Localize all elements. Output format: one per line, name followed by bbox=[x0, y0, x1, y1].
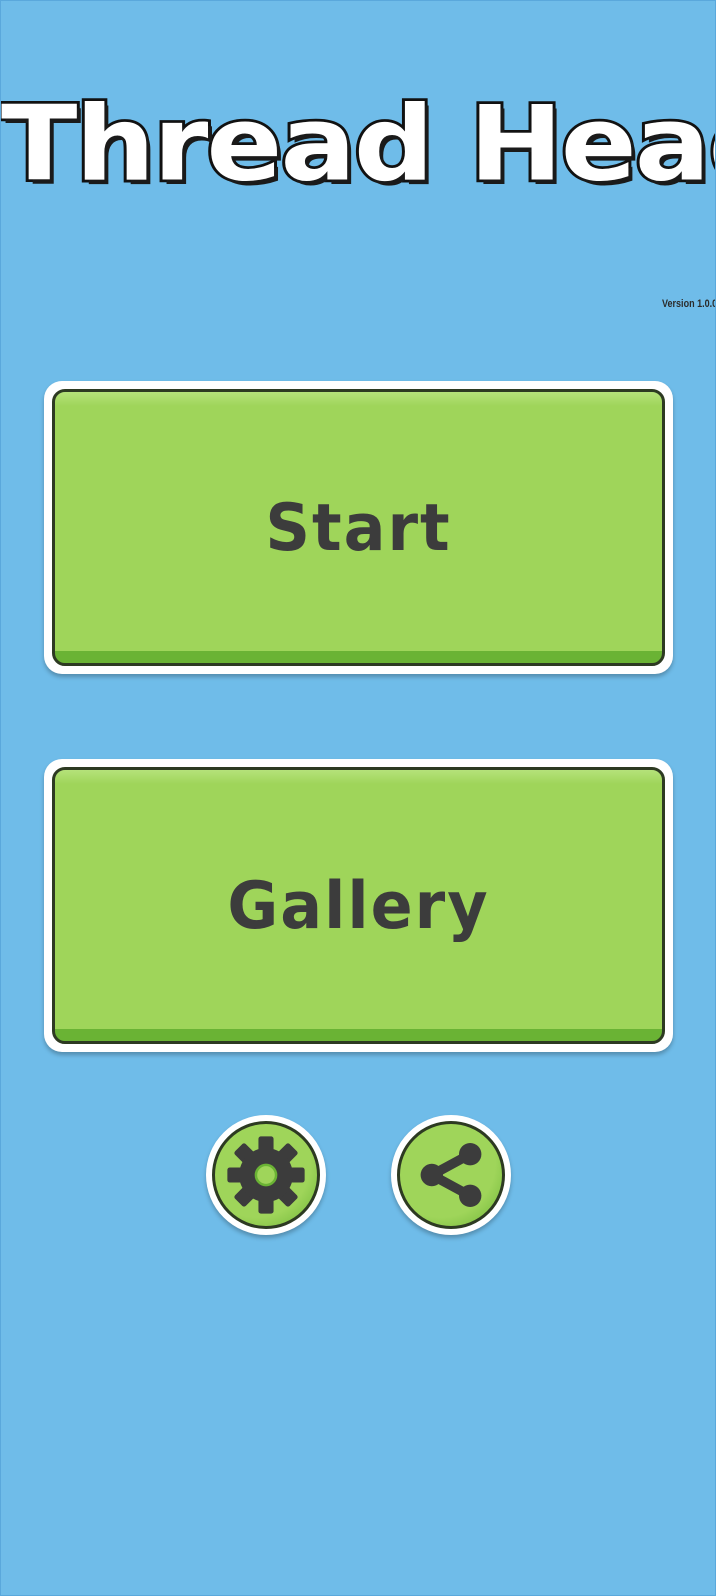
start-button-face: Start bbox=[52, 389, 665, 666]
share-icon bbox=[420, 1143, 482, 1207]
main-menu-screen: Thread Headz Version 1.0.0 Start Gallery bbox=[0, 0, 716, 1596]
gallery-button-label: Gallery bbox=[227, 866, 490, 944]
gear-icon bbox=[227, 1136, 305, 1214]
settings-button[interactable] bbox=[206, 1115, 326, 1235]
version-label: Version 1.0.0 bbox=[662, 298, 716, 310]
start-button[interactable]: Start bbox=[44, 381, 673, 674]
start-button-label: Start bbox=[265, 488, 452, 566]
share-button[interactable] bbox=[391, 1115, 511, 1235]
share-button-face bbox=[397, 1121, 505, 1229]
share-node-bottom bbox=[459, 1184, 482, 1207]
share-node-top bbox=[459, 1143, 482, 1166]
share-node-left bbox=[420, 1163, 443, 1187]
gallery-button[interactable]: Gallery bbox=[44, 759, 673, 1052]
gear-hole bbox=[254, 1163, 278, 1187]
settings-button-face bbox=[212, 1121, 320, 1229]
gallery-button-face: Gallery bbox=[52, 767, 665, 1044]
game-title: Thread Headz bbox=[1, 84, 715, 205]
